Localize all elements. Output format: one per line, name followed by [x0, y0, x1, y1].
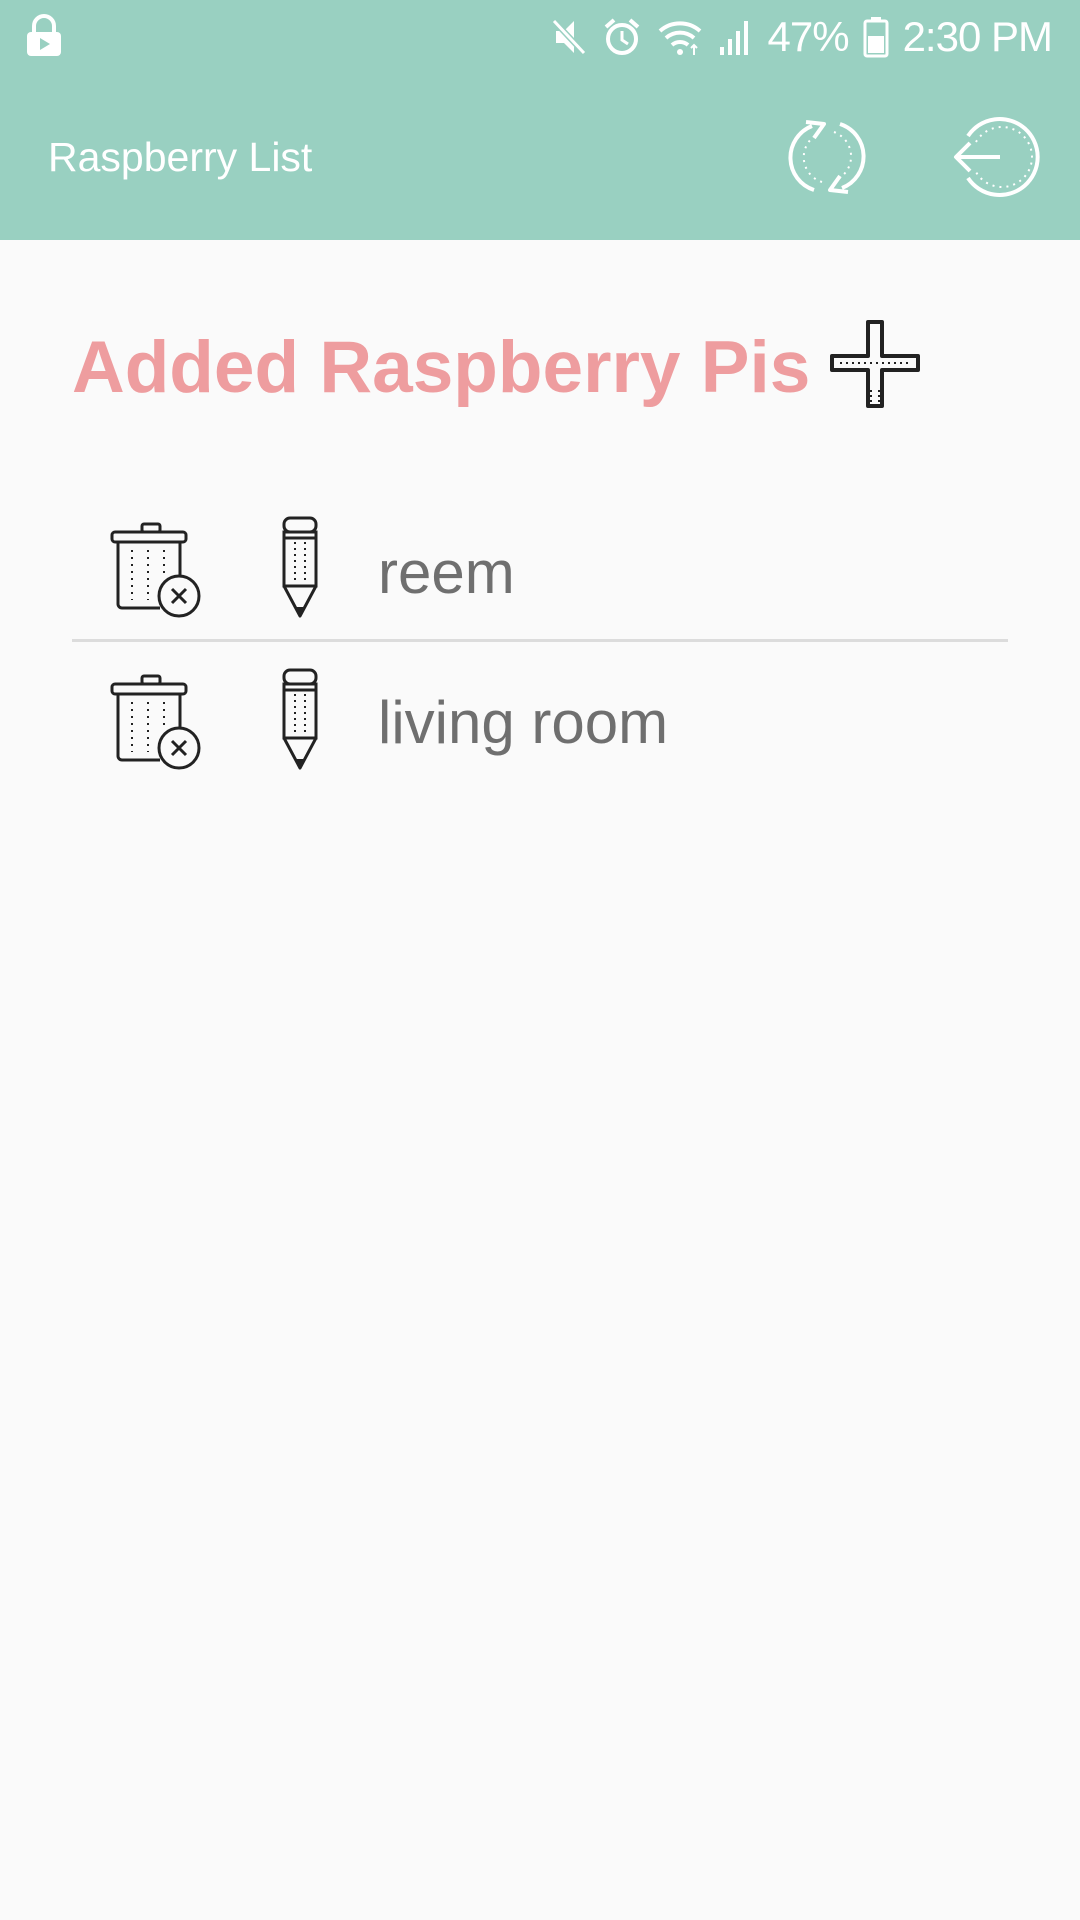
app-screen: 47% 2:30 PM Raspberry List Added Raspber… — [0, 0, 1080, 1920]
mute-icon — [551, 18, 586, 56]
app-bar: Raspberry List — [0, 74, 1080, 240]
battery-percent: 47% — [767, 13, 850, 60]
battery-icon — [863, 17, 889, 58]
list-item: reem — [72, 490, 1008, 642]
signal-icon — [719, 21, 748, 55]
alarm-icon — [604, 18, 639, 55]
list-item: living room — [72, 642, 1008, 797]
section-title: Added Raspberry Pis — [72, 327, 811, 408]
back-icon[interactable] — [950, 112, 1040, 202]
trash-delete-icon[interactable] — [108, 672, 204, 772]
device-name[interactable]: living room — [378, 688, 668, 757]
pencil-edit-icon[interactable] — [278, 668, 322, 772]
trash-delete-icon[interactable] — [108, 520, 204, 620]
refresh-icon[interactable] — [782, 112, 872, 202]
status-icons: 47% 2:30 PM — [551, 10, 1053, 64]
wifi-icon — [658, 21, 701, 55]
plus-icon[interactable] — [830, 320, 922, 410]
clock: 2:30 PM — [902, 13, 1053, 60]
app-title: Raspberry List — [48, 134, 313, 180]
status-bar: 47% 2:30 PM — [0, 0, 1080, 74]
pencil-edit-icon[interactable] — [278, 516, 322, 620]
device-name[interactable]: reem — [378, 538, 515, 607]
lock-icon — [27, 14, 61, 56]
device-list: reem living room — [72, 490, 1008, 797]
